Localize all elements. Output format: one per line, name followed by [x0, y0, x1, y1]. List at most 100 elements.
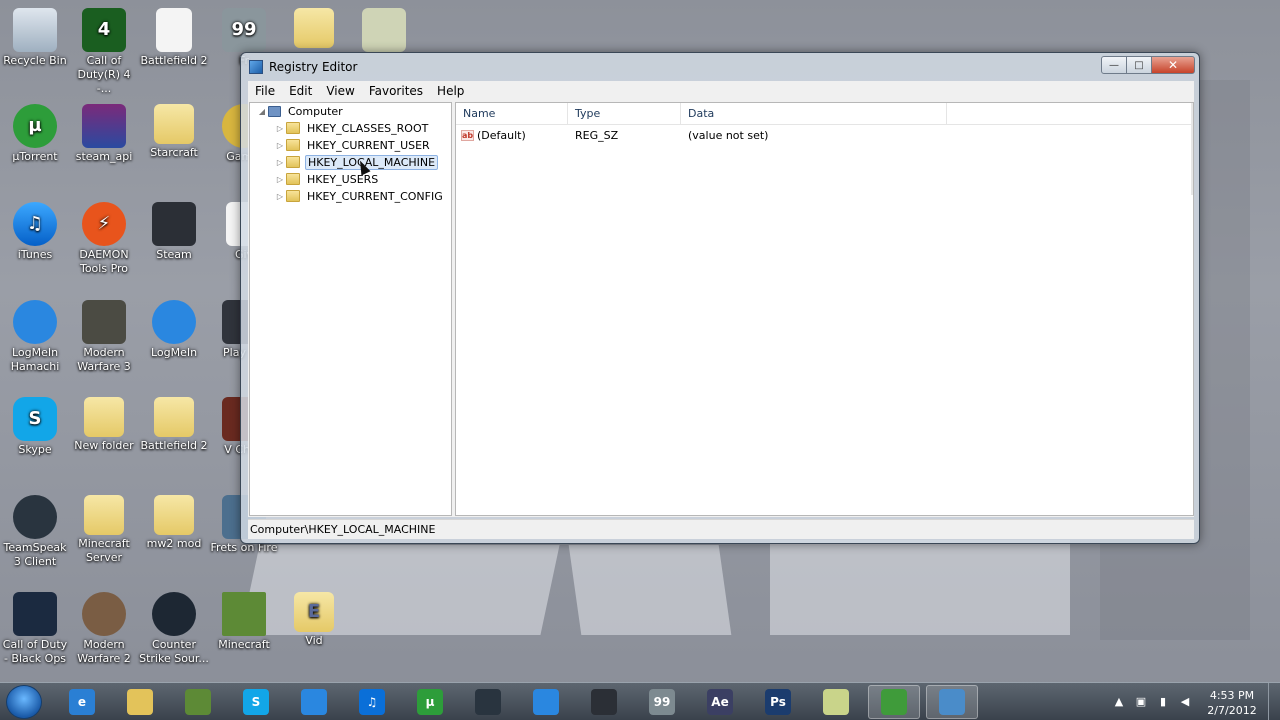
- device-icon[interactable]: ▣: [1134, 695, 1148, 709]
- expand-arrow-icon[interactable]: ▷: [274, 158, 286, 167]
- windows-explorer-icon: [127, 689, 153, 715]
- menu-edit[interactable]: Edit: [282, 84, 319, 98]
- taskbar-button-after-effects[interactable]: Ae: [694, 685, 746, 719]
- collapse-arrow-icon[interactable]: ◢: [256, 107, 268, 116]
- desktop-icon-teamspeak[interactable]: TeamSpeak 3 Client: [0, 495, 70, 569]
- desktop-icon-vid[interactable]: E Vid: [279, 592, 349, 648]
- desktop-icon-new-folder[interactable]: New folder: [69, 397, 139, 453]
- list-item[interactable]: ab (Default) REG_SZ (value not set): [456, 127, 1193, 143]
- maximize-button[interactable]: □: [1126, 56, 1152, 74]
- registry-tree[interactable]: ◢ Computer ▷ HKEY_CLASSES_ROOT ▷ HKEY_CU…: [249, 102, 452, 516]
- close-button[interactable]: ✕: [1151, 56, 1195, 74]
- tree-node-hkcu[interactable]: ▷ HKEY_CURRENT_USER: [274, 137, 432, 153]
- desktop-icon-utorrent[interactable]: µ µTorrent: [0, 104, 70, 164]
- desktop-icon-hamachi[interactable]: LogMeIn Hamachi: [0, 300, 70, 374]
- desktop-icon-cod4[interactable]: 4 Call of Duty(R) 4 -...: [69, 8, 139, 96]
- desktop-icon-skype[interactable]: S Skype: [0, 397, 70, 457]
- itunes-icon: ♫: [359, 689, 385, 715]
- volume-icon[interactable]: ◀: [1178, 695, 1192, 709]
- desktop-icon-label: mw2 mod: [146, 537, 202, 550]
- taskbar-button-logmein[interactable]: [520, 685, 572, 719]
- expand-arrow-icon[interactable]: ▷: [274, 124, 286, 133]
- desktop-icon-logmein[interactable]: LogMeIn: [139, 300, 209, 360]
- system-clock[interactable]: 4:53 PM 2/7/2012: [1200, 688, 1264, 718]
- desktop-icon-label: TeamSpeak 3 Client: [3, 541, 67, 568]
- registry-editor-window: Registry Editor — □ ✕ File Edit View Fav…: [240, 52, 1200, 544]
- expand-arrow-icon[interactable]: ▷: [274, 192, 286, 201]
- desktop-icon-steam[interactable]: Steam: [139, 202, 209, 262]
- utorrent-icon: µ: [13, 104, 57, 148]
- taskbar-button-internet-explorer[interactable]: e: [56, 685, 108, 719]
- film-icon: [362, 8, 406, 52]
- desktop-icon-minecraft[interactable]: Minecraft: [209, 592, 279, 652]
- value-data: (value not set): [688, 128, 769, 142]
- menu-view[interactable]: View: [319, 84, 361, 98]
- desktop-icon-label: Modern Warfare 2: [77, 638, 131, 665]
- values-list[interactable]: Name Type Data ab (Default) REG_SZ (valu…: [455, 102, 1194, 516]
- wallpaper-shape: [568, 545, 732, 635]
- after-effects-icon: Ae: [707, 689, 733, 715]
- steam-icon: [152, 202, 196, 246]
- taskbar-button-hamachi[interactable]: [288, 685, 340, 719]
- desktop-icon-recycle-bin[interactable]: Recycle Bin: [0, 8, 70, 68]
- desktop-icon-label: Skype: [18, 443, 52, 456]
- taskbar-button-regedit[interactable]: [926, 685, 978, 719]
- tree-node-hkcc[interactable]: ▷ HKEY_CURRENT_CONFIG: [274, 188, 445, 204]
- show-desktop-button[interactable]: [1268, 683, 1280, 720]
- desktop-icon-label: Battlefield 2: [140, 54, 208, 67]
- desktop-icon-battlefield-2-file[interactable]: Battlefield 2: [139, 8, 209, 68]
- taskbar-button-utorrent[interactable]: µ: [404, 685, 456, 719]
- regedit-icon: [939, 689, 965, 715]
- itunes-icon: ♫: [13, 202, 57, 246]
- start-button[interactable]: [6, 685, 42, 719]
- folder-icon: [286, 139, 300, 151]
- status-path: Computer\HKEY_LOCAL_MACHINE: [250, 523, 436, 536]
- steam-icon: [591, 689, 617, 715]
- taskbar-button-skype[interactable]: S: [230, 685, 282, 719]
- taskbar-button-steam[interactable]: [578, 685, 630, 719]
- menu-help[interactable]: Help: [430, 84, 471, 98]
- desktop-icon-folder[interactable]: [279, 8, 349, 50]
- show-hidden-icons-arrow-icon[interactable]: ▲: [1112, 695, 1126, 709]
- tree-node-hkcr[interactable]: ▷ HKEY_CLASSES_ROOT: [274, 120, 430, 136]
- logmein-icon: [152, 300, 196, 344]
- taskbar-button-photoshop[interactable]: Ps: [752, 685, 804, 719]
- desktop-icon-mw3[interactable]: Modern Warfare 3: [69, 300, 139, 374]
- taskbar-button-notes[interactable]: [810, 685, 862, 719]
- desktop-icon-itunes[interactable]: ♫ iTunes: [0, 202, 70, 262]
- title-bar[interactable]: Registry Editor — □ ✕: [241, 53, 1199, 81]
- desktop-icon-label: DAEMON Tools Pro: [79, 248, 129, 275]
- tree-node-computer[interactable]: ◢ Computer: [256, 103, 345, 119]
- expand-arrow-icon[interactable]: ▷: [274, 175, 286, 184]
- network-icon[interactable]: ▮: [1156, 695, 1170, 709]
- column-header-data[interactable]: Data: [681, 103, 947, 125]
- desktop-icon-battlefield-2-folder[interactable]: Battlefield 2: [139, 397, 209, 453]
- taskbar-button-itunes[interactable]: ♫: [346, 685, 398, 719]
- desktop-icon-label: Modern Warfare 3: [77, 346, 131, 373]
- desktop-icon-starcraft[interactable]: Starcraft: [139, 104, 209, 160]
- menu-favorites[interactable]: Favorites: [362, 84, 430, 98]
- desktop-icon-mw2[interactable]: Modern Warfare 2: [69, 592, 139, 666]
- column-header-type[interactable]: Type: [568, 103, 681, 125]
- desktop-icon-daemon-tools[interactable]: ⚡ DAEMON Tools Pro: [69, 202, 139, 276]
- frets-on-fire-icon: 99: [222, 8, 266, 52]
- black-ops-icon: [13, 592, 57, 636]
- desktop-icon-minecraft-server[interactable]: Minecraft Server: [69, 495, 139, 565]
- desktop-icon-mw2-mod[interactable]: mw2 mod: [139, 495, 209, 551]
- taskbar-button-minecraft[interactable]: [172, 685, 224, 719]
- column-header-name[interactable]: Name: [456, 103, 568, 125]
- taskbar-button-frets-on-fire[interactable]: 99: [636, 685, 688, 719]
- minimize-button[interactable]: —: [1101, 56, 1127, 74]
- folder-icon: [286, 190, 300, 202]
- taskbar-button-windows-explorer[interactable]: [114, 685, 166, 719]
- expand-arrow-icon[interactable]: ▷: [274, 141, 286, 150]
- menu-file[interactable]: File: [248, 84, 282, 98]
- desktop-icon-black-ops[interactable]: Call of Duty - Black Ops: [0, 592, 70, 666]
- taskbar-button-recorder[interactable]: [868, 685, 920, 719]
- desktop-icon-counter-strike[interactable]: Counter Strike Sour...: [139, 592, 209, 666]
- desktop-icon-label: Recycle Bin: [3, 54, 67, 67]
- desktop-icon-video[interactable]: [349, 8, 419, 54]
- recycle-bin-icon: [13, 8, 57, 52]
- taskbar-button-teamspeak[interactable]: [462, 685, 514, 719]
- desktop-icon-steam-api[interactable]: steam_api: [69, 104, 139, 164]
